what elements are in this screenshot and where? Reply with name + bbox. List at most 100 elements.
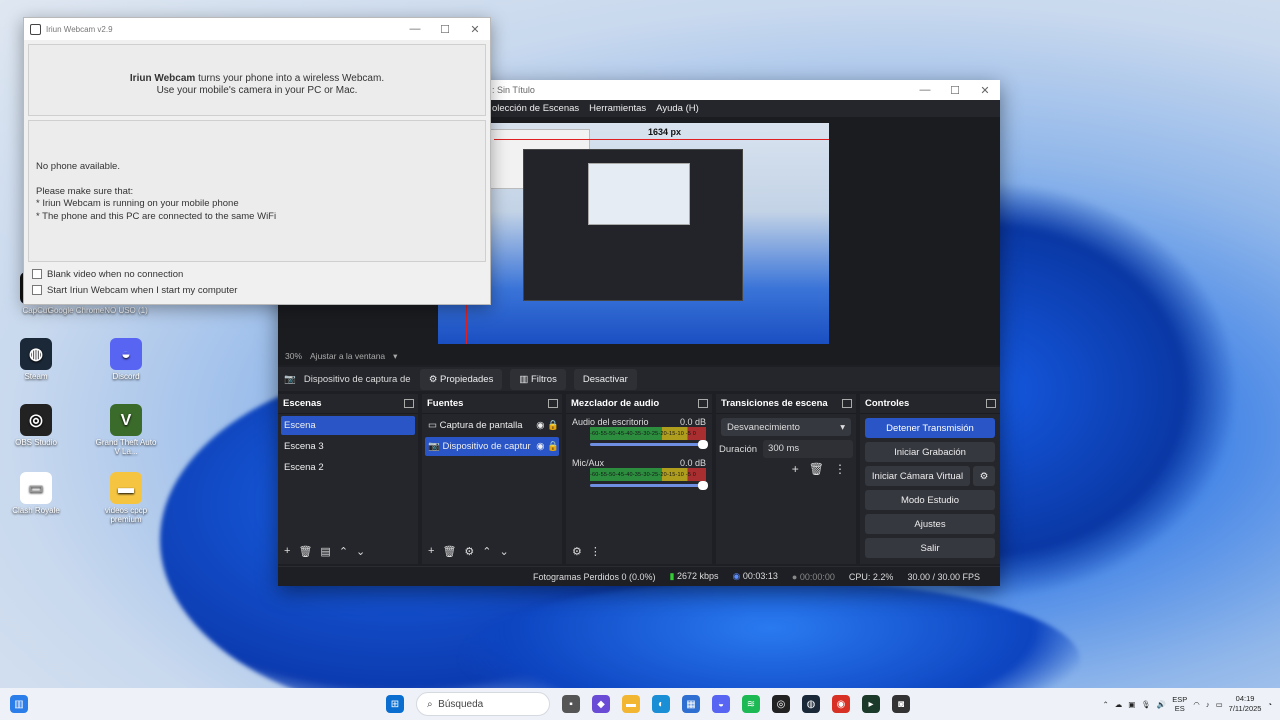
steam-icon[interactable]: ◍ [802, 695, 820, 713]
undock-icon[interactable] [986, 399, 996, 408]
add-icon[interactable]: + [792, 462, 799, 476]
move-down-icon[interactable]: ⌄ [500, 545, 509, 558]
iriun-hint-1: * Iriun Webcam is running on your mobile… [36, 198, 239, 209]
menu-tools[interactable]: Herramientas [589, 103, 646, 114]
maximize-icon[interactable]: ☐ [430, 23, 460, 36]
spotify-icon[interactable]: ≋ [742, 695, 760, 713]
more-icon[interactable]: ⋮ [834, 462, 846, 476]
studio-mode-button[interactable]: Modo Estudio [865, 490, 995, 510]
iriun-titlebar[interactable]: Iriun Webcam v2.9 — ☐ ✕ [24, 18, 490, 40]
volume-slider[interactable] [590, 481, 708, 490]
undock-icon[interactable] [842, 399, 852, 408]
cloud-icon[interactable]: ☁ [1115, 700, 1123, 709]
chrome-icon[interactable]: ◉ [832, 695, 850, 713]
iriun-tagline: turns your phone into a wireless Webcam. [195, 73, 385, 84]
edge-icon[interactable]: ◐ [652, 695, 670, 713]
files-icon[interactable]: ▪ [562, 695, 580, 713]
language-indicator[interactable]: ESP ES [1172, 695, 1187, 713]
transition-select[interactable]: Desvanecimiento ▾ [721, 418, 851, 436]
eye-icon[interactable]: ◉ [536, 441, 547, 452]
undock-icon[interactable] [404, 399, 414, 408]
gear-icon[interactable]: ⚙ [572, 545, 582, 558]
trash-icon[interactable]: 🗑 [442, 545, 456, 558]
deactivate-button[interactable]: Desactivar [573, 368, 637, 390]
start-recording-button[interactable]: Iniciar Grabación [865, 442, 995, 462]
desktop-icon[interactable]: ◎ OBS Studio [4, 404, 68, 447]
speaker-icon[interactable]: ♪ [1206, 700, 1210, 709]
filters-button[interactable]: ▥ Filtros [510, 368, 566, 390]
explorer-icon[interactable]: ▬ [622, 695, 640, 713]
undock-icon[interactable] [698, 399, 708, 408]
settings-button[interactable]: Ajustes [865, 514, 995, 534]
gear-icon[interactable]: ⚙ [973, 466, 995, 486]
volume-meter: -60-55-50-45-40-35-30-25-20-15-10 -5 0 [590, 427, 706, 440]
volume-slider[interactable] [590, 440, 708, 449]
checkbox-box[interactable] [32, 269, 42, 279]
blank-video-checkbox[interactable]: Blank video when no connection [24, 266, 490, 282]
move-down-icon[interactable]: ⌄ [356, 545, 365, 558]
scene-item[interactable]: Escena 3 [281, 437, 415, 456]
menu-scene-collection[interactable]: olección de Escenas [492, 103, 579, 114]
zoom-mode[interactable]: Ajustar a la ventana [310, 351, 385, 361]
transitions-title: Transiciones de escena [721, 398, 828, 409]
transition-actions: + 🗑 ⋮ [716, 462, 856, 476]
more-icon[interactable]: ⋮ [590, 545, 601, 558]
minimize-icon[interactable]: — [910, 84, 940, 96]
autostart-checkbox[interactable]: Start Iriun Webcam when I start my compu… [24, 282, 490, 298]
meter-scale: -60-55-50-45-40-35-30-25-20-15-10 -5 0 [590, 431, 697, 437]
move-up-icon[interactable]: ⌃ [339, 545, 348, 558]
obs-icon[interactable]: ◎ [772, 695, 790, 713]
desktop-icon[interactable]: ▬ videos cpcp premium [94, 472, 158, 524]
tray-app-icon[interactable]: ▣ [1128, 700, 1135, 709]
chevron-down-icon[interactable]: ▾ [393, 351, 397, 362]
copilot-icon[interactable]: ◆ [592, 695, 610, 713]
gear-icon[interactable]: ⚙ [464, 545, 474, 558]
checkbox-box[interactable] [32, 285, 42, 295]
iriun-icon[interactable]: ◙ [892, 695, 910, 713]
stop-stream-button[interactable]: Detener Transmisión [865, 418, 995, 438]
desktop-icon[interactable]: V Grand Theft Auto V La... [94, 404, 158, 456]
trash-icon[interactable]: 🗑 [298, 545, 312, 558]
app-icon: ◎ [20, 404, 52, 436]
start-icon[interactable]: ⊞ [386, 695, 404, 713]
discord-icon[interactable]: ◒ [712, 695, 730, 713]
lang-bottom: ES [1174, 704, 1185, 713]
wifi-icon[interactable]: ◠ [1193, 700, 1200, 709]
volume-meter: -60-55-50-45-40-35-30-25-20-15-10 -5 0 [590, 468, 706, 481]
exit-button[interactable]: Salir [865, 538, 995, 558]
lock-icon[interactable]: 🔒 [547, 441, 559, 452]
source-item[interactable]: 📷 Dispositivo de captur ◉ 🔒 [425, 437, 559, 456]
store-icon[interactable]: ▦ [682, 695, 700, 713]
add-icon[interactable]: + [284, 545, 290, 557]
source-item[interactable]: ▭ Captura de pantalla ◉ 🔒 [425, 416, 559, 435]
menu-help[interactable]: Ayuda (H) [656, 103, 699, 114]
start-virtual-cam-button[interactable]: Iniciar Cámara Virtual [865, 466, 970, 486]
eye-icon[interactable]: ◉ [536, 420, 547, 431]
filter-icon[interactable]: ▤ [320, 545, 330, 558]
terminal-icon[interactable]: ▸ [862, 695, 880, 713]
scene-item[interactable]: Escena [281, 416, 415, 435]
battery-icon[interactable]: ▭ [1216, 700, 1223, 709]
add-icon[interactable]: + [428, 545, 434, 557]
move-up-icon[interactable]: ⌃ [482, 545, 491, 558]
desktop-icon[interactable]: ◒ Discord [94, 338, 158, 381]
search-box[interactable]: ⌕ Búsqueda [416, 692, 550, 716]
undock-icon[interactable] [548, 399, 558, 408]
close-icon[interactable]: ✕ [970, 84, 1000, 97]
desktop-icon[interactable]: ▭ Clash Royale [4, 472, 68, 515]
trash-icon[interactable]: 🗑 [809, 462, 824, 476]
mic-icon[interactable]: 🎙 [1141, 700, 1151, 709]
properties-button[interactable]: ⚙ Propiedades [419, 368, 503, 390]
minimize-icon[interactable]: — [400, 23, 430, 35]
close-icon[interactable]: ✕ [460, 23, 490, 36]
duration-input[interactable]: 300 ms [763, 440, 853, 458]
widgets-icon[interactable]: ▥ [10, 695, 28, 713]
volume-icon[interactable]: 🔊 [1157, 700, 1166, 709]
scene-item[interactable]: Escena 2 [281, 458, 415, 477]
chevron-up-icon[interactable]: ⌃ [1102, 700, 1108, 709]
desktop-icon[interactable]: ◍ Steam [4, 338, 68, 381]
lock-icon[interactable]: 🔒 [547, 420, 559, 431]
clock[interactable]: 04:19 7/11/2025 [1229, 694, 1262, 714]
notifications-icon[interactable]: ◔ [1267, 700, 1272, 709]
maximize-icon[interactable]: ☐ [940, 84, 970, 97]
